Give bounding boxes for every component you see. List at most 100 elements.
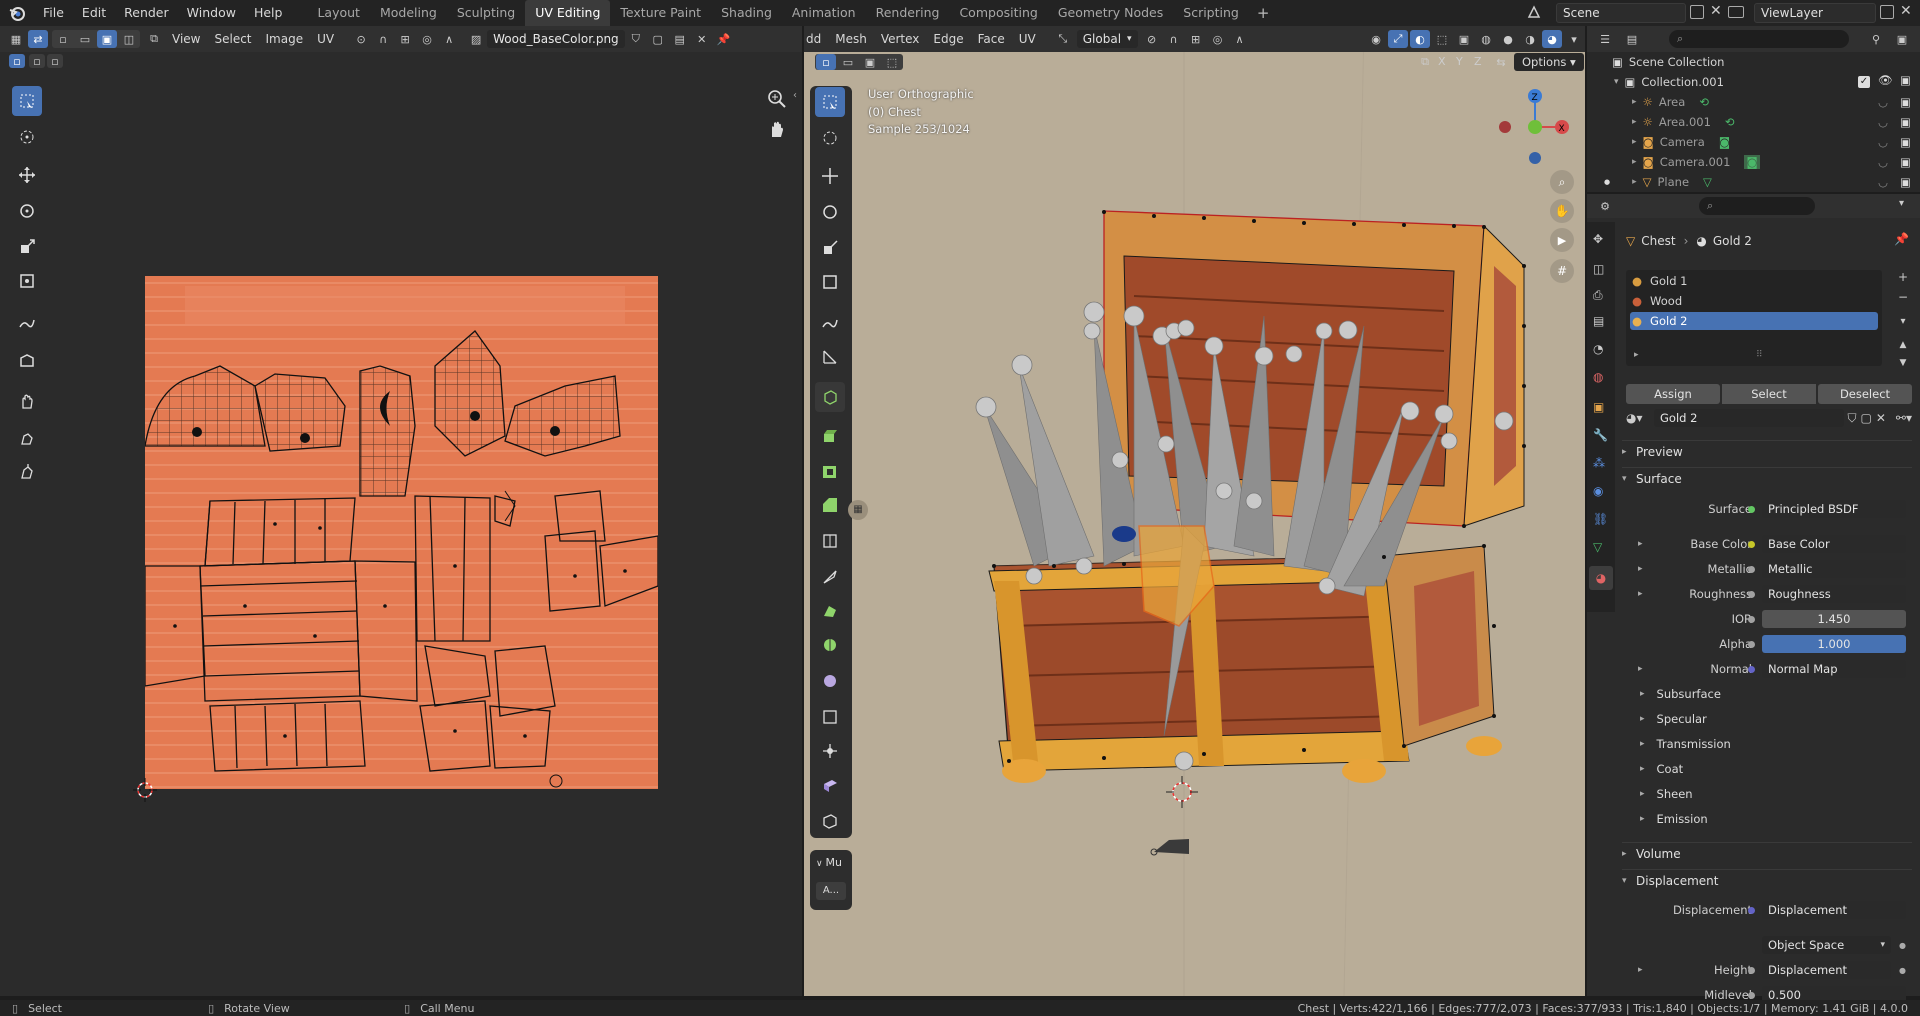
orientation-dropdown[interactable]: Global ▾ xyxy=(1076,30,1138,48)
keyframe-dot-icon[interactable]: ● xyxy=(1899,966,1906,975)
property-field-displacement-0[interactable]: Displacement xyxy=(1748,901,1906,919)
pan-hand-icon[interactable] xyxy=(766,118,788,140)
uv-menu-view[interactable]: View xyxy=(165,26,207,52)
edge-select-icon[interactable]: ▭ xyxy=(75,30,95,48)
viewport-menu-uv[interactable]: UV xyxy=(1012,26,1043,52)
operator-panel-header[interactable]: ∨ Mu xyxy=(816,856,842,869)
shading-material-icon[interactable]: ◑ xyxy=(1520,30,1540,48)
tab-geometry-nodes[interactable]: Geometry Nodes xyxy=(1048,0,1173,26)
socket-icon[interactable] xyxy=(1748,906,1755,914)
properties-search-field[interactable]: ⌕ xyxy=(1699,197,1815,215)
tab-world-icon[interactable]: ◍ xyxy=(1593,370,1603,384)
uv-image-canvas[interactable] xyxy=(145,276,658,789)
properties-editor-type-icon[interactable]: ⚙ xyxy=(1595,197,1615,215)
tool-transform[interactable] xyxy=(815,267,845,297)
slot-list-resize-handle-icon[interactable]: ⠿ xyxy=(1756,350,1763,360)
material-slot-gold-2[interactable]: ● Gold 2 xyxy=(1630,312,1878,330)
proportional-editing-icon[interactable]: ◎ xyxy=(1208,30,1228,48)
socket-icon[interactable] xyxy=(1748,540,1755,548)
property-field-roughness[interactable]: Roughness xyxy=(1748,585,1906,603)
uv-tool-move[interactable] xyxy=(12,160,42,190)
fake-user-icon[interactable]: ⛉ xyxy=(626,30,646,48)
uv-tool-select-box[interactable] xyxy=(12,86,42,116)
tool-smooth[interactable] xyxy=(815,666,845,696)
tab-modeling[interactable]: Modeling xyxy=(370,0,447,26)
uv-2d-cursor-icon[interactable] xyxy=(133,778,157,802)
island-select-icon[interactable]: ◫ xyxy=(119,30,139,48)
mirror-icon[interactable]: ⧉ xyxy=(1415,54,1435,70)
slot-list-expand-icon[interactable]: ▸ xyxy=(1634,350,1639,360)
shading-options-icon[interactable]: ▾ xyxy=(1564,30,1584,48)
vertex-select-icon[interactable]: ▫ xyxy=(53,30,73,48)
uv-select-mode-extend-icon[interactable]: ▫ xyxy=(29,54,45,68)
uv-tool-transform[interactable] xyxy=(12,266,42,296)
new-image-icon[interactable]: ▢ xyxy=(648,30,668,48)
menu-render[interactable]: Render xyxy=(115,0,178,26)
tool-spin[interactable] xyxy=(815,630,845,660)
snap-toggle-icon[interactable]: ∩ xyxy=(1164,30,1184,48)
surface-panel-header[interactable]: ▾ Surface xyxy=(1622,467,1912,489)
expand-arrow-icon[interactable]: ▸ xyxy=(1638,664,1643,674)
outliner-collection-row[interactable]: ▾ ▣ Collection.001 ✓ 👁 ▣ xyxy=(1598,72,1920,92)
subpanel-coat[interactable]: ▸ Coat xyxy=(1626,759,1906,779)
tab-animation[interactable]: Animation xyxy=(782,0,866,26)
uv-menu-select[interactable]: Select xyxy=(207,26,258,52)
mirror-axis-z[interactable]: Z xyxy=(1474,55,1482,68)
tab-layout[interactable]: Layout xyxy=(307,0,370,26)
expand-arrow-icon[interactable]: ▸ xyxy=(1638,965,1643,975)
tab-particles-icon[interactable]: ⁂ xyxy=(1593,456,1605,470)
pin-icon[interactable]: 📌 xyxy=(714,30,734,48)
menu-help[interactable]: Help xyxy=(245,0,292,26)
tool-edge-slide[interactable] xyxy=(815,702,845,732)
tool-select-box[interactable] xyxy=(815,87,845,117)
viewport-zoom-icon[interactable]: ⌕ xyxy=(1550,170,1574,194)
tool-shear[interactable] xyxy=(815,770,845,800)
tool-knife[interactable] xyxy=(815,562,845,592)
expand-arrow-icon[interactable]: ▸ xyxy=(1638,589,1643,599)
viewport-menu-vertex[interactable]: Vertex xyxy=(874,26,927,52)
blender-logo-icon[interactable] xyxy=(0,0,34,26)
last-operator-panel[interactable]: ∨ Mu A... xyxy=(810,850,852,910)
tab-texture-paint[interactable]: Texture Paint xyxy=(610,0,711,26)
tool-rip-region[interactable] xyxy=(815,806,845,836)
overlay-toggle-icon[interactable]: ◐ xyxy=(1410,30,1430,48)
collection-visibility-icon[interactable]: 👁 xyxy=(1878,73,1893,87)
tab-compositing[interactable]: Compositing xyxy=(949,0,1047,26)
shading-wireframe-icon[interactable]: ◍ xyxy=(1476,30,1496,48)
select-button[interactable]: Select xyxy=(1722,384,1816,404)
edge-mode-icon[interactable]: ▭ xyxy=(838,54,858,70)
outliner-object-camera[interactable]: ▸ ◙ Camera ◙ ◡ ▣ xyxy=(1598,132,1920,152)
volume-panel-header[interactable]: ▸ Volume xyxy=(1622,842,1912,864)
socket-icon[interactable] xyxy=(1748,505,1755,513)
object-visibility-icon[interactable]: ◡ xyxy=(1878,95,1888,109)
uv-tool-cursor[interactable] xyxy=(12,122,42,152)
tab-object-icon[interactable]: ▣ xyxy=(1593,400,1604,414)
tool-measure[interactable] xyxy=(815,342,845,372)
uv-tool-scale[interactable] xyxy=(12,232,42,262)
new-collection-icon[interactable]: ▣ xyxy=(1892,30,1912,48)
tool-cursor[interactable] xyxy=(815,123,845,153)
tab-constraints-icon[interactable]: ⛓ xyxy=(1593,512,1608,526)
uv-tool-grab[interactable] xyxy=(12,386,42,416)
menu-window[interactable]: Window xyxy=(178,0,245,26)
subpanel-specular[interactable]: ▸ Specular xyxy=(1626,709,1906,729)
node-tree-icon[interactable]: ⚯▾ xyxy=(1896,411,1912,425)
zoom-icon[interactable] xyxy=(766,88,788,110)
object-render-icon[interactable]: ▣ xyxy=(1900,115,1911,129)
scene-selector[interactable]: Scene xyxy=(1556,3,1686,23)
mirror-axis-x[interactable]: X xyxy=(1438,55,1446,68)
tab-render-icon[interactable]: ◫ xyxy=(1593,262,1604,276)
property-field-metallic[interactable]: Metallic xyxy=(1748,560,1906,578)
expand-arrow-icon[interactable]: ▾ xyxy=(1614,77,1619,87)
duplicate-material-icon[interactable]: ▢ xyxy=(1861,411,1872,425)
material-browse-icon[interactable]: ◕▾ xyxy=(1626,411,1654,425)
expand-arrow-icon[interactable]: ▸ xyxy=(1638,564,1643,574)
subpanel-sheen[interactable]: ▸ Sheen xyxy=(1626,784,1906,804)
object-render-icon[interactable]: ▣ xyxy=(1900,175,1911,189)
gizmo-toggle-icon[interactable]: ⤢ xyxy=(1388,30,1408,48)
subpanel-emission[interactable]: ▸ Emission xyxy=(1626,809,1906,829)
face-select-icon[interactable]: ▣ xyxy=(97,30,117,48)
object-visibility-icon[interactable]: ◡ xyxy=(1878,155,1888,169)
object-visibility-icon[interactable]: ◡ xyxy=(1878,135,1888,149)
tab-modifier-icon[interactable]: 🔧 xyxy=(1593,428,1608,442)
